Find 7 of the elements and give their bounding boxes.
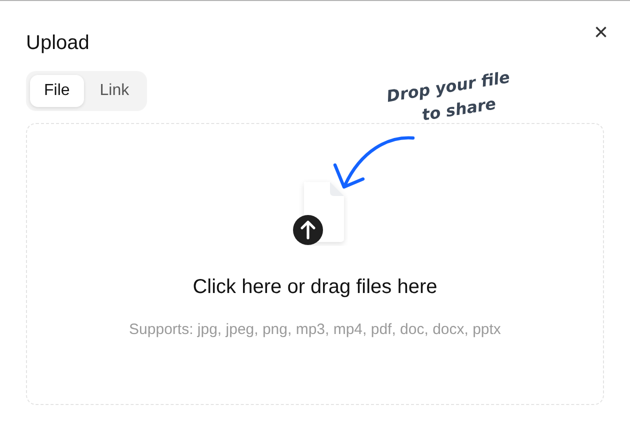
drop-zone[interactable]: Click here or drag files here Supports: jpg, jpeg, png, mp3, mp4, pdf, doc, docx, pptx [26, 123, 604, 405]
tab[interactable]: Link [86, 75, 144, 107]
supported-formats: Supports: jpg, jpeg, png, mp3, mp4, pdf, doc, docx, pptx [129, 321, 501, 338]
tab[interactable]: File [30, 75, 84, 107]
close-button[interactable]: × [590, 21, 612, 45]
dialog-title: Upload [26, 32, 90, 55]
drop-heading: Click here or drag files here [192, 276, 438, 299]
